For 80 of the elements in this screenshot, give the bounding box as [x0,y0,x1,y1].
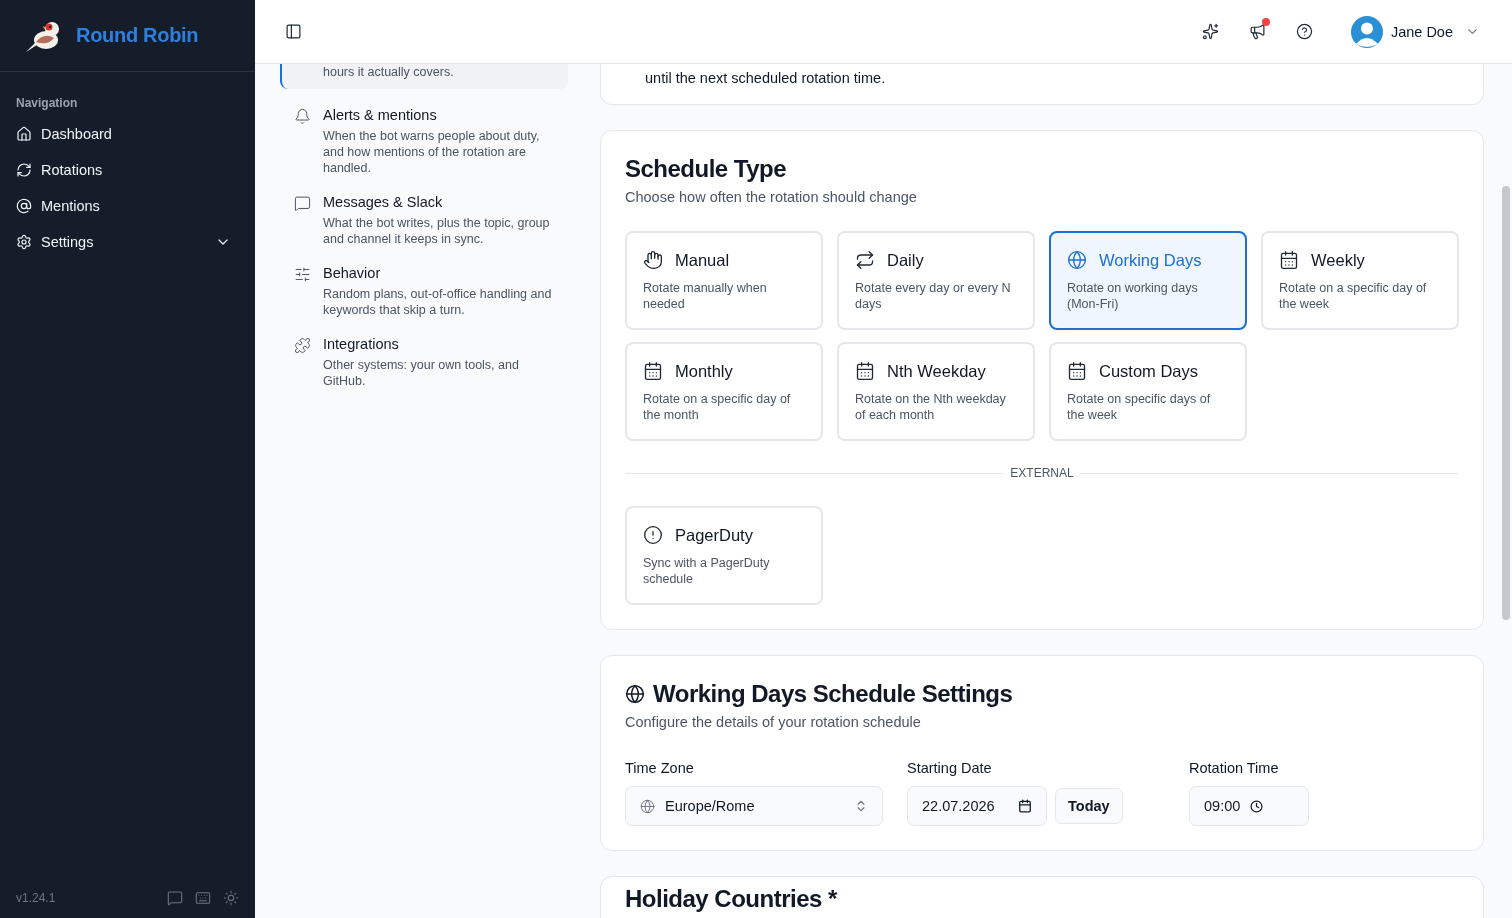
schedule-option[interactable]: Custom Days Rotate on specific days of the week [1049,342,1247,441]
globe-icon [625,684,645,704]
schedule-option[interactable]: Daily Rotate every day or every N days [837,231,1035,330]
nav-item[interactable]: Mentions [16,188,239,224]
globe-icon [640,798,655,814]
card-title: Schedule Type [625,155,787,183]
settings-nav-item[interactable]: hours it actually covers. [280,64,568,89]
time-field[interactable]: 09:00 [1189,786,1309,826]
sidebar-toggle-icon[interactable] [285,23,302,40]
nav-item-description: What the bot writes, plus the topic, group and channel it keeps in sync. [323,215,551,247]
bell-icon [294,108,311,125]
puzzle-icon [294,337,311,354]
card-title: Working Days Schedule Settings [653,680,1013,708]
hand-icon [643,250,663,270]
schedule-option[interactable]: Monthly Rotate on a specific day of the month [625,342,823,441]
schedule-option[interactable]: Working Days Rotate on working days (Mon-Fri) [1049,231,1247,330]
option-description: Rotate on a specific day of the month [643,391,792,423]
card-subtitle: Choose how often the rotation should change [625,189,918,205]
nav-item-description: When the bot warns people about duty, and how mentions of the rotation are handled. [323,128,541,176]
calendar-icon [1279,250,1299,270]
settings-icon [16,234,32,250]
option-description: Rotate on a specific day of the week [1279,280,1428,312]
avatar-icon[interactable] [1350,15,1383,48]
sparkles-icon[interactable] [1201,23,1219,40]
home-icon [16,126,32,142]
option-description: Rotate manually when needed [643,280,768,312]
scrollbar[interactable] [1502,186,1510,620]
option-description: Sync with a PagerDuty schedule [643,555,771,587]
nav-item-title: Alerts & mentions [323,107,438,123]
nav-item-description: Other systems: your own tools, and GitHub. [323,357,520,389]
calendar-icon[interactable] [1018,799,1032,813]
option-description: Rotate on the Nth weekday of each month [855,391,1007,423]
help-icon[interactable] [1295,23,1313,40]
user-name[interactable]: Jane Doe [1390,23,1453,40]
repeat-icon [855,250,875,270]
field-label: Starting Date [907,760,993,776]
option-description: Rotate on specific days of the week [1067,391,1212,423]
time-zone-select[interactable]: Europe/Rome [625,786,883,826]
schedule-option[interactable]: Manual Rotate manually when needed [625,231,823,330]
sliders-icon [294,266,311,283]
app-name: Round Robin [76,24,199,47]
megaphone-icon[interactable] [1248,23,1266,40]
chat-bubble-icon [294,195,311,212]
calendar-icon [643,361,663,381]
settings-nav-item[interactable]: Behavior Random plans, out-of-office handling and keywords that skip a turn. [280,265,568,318]
sun-icon[interactable] [223,890,239,906]
calendar-icon [1067,361,1087,381]
field-label: Time Zone [625,760,695,776]
nav-heading: Navigation [16,96,79,110]
schedule-option[interactable]: PagerDuty Sync with a PagerDuty schedule [625,506,823,605]
nav-item-title: Integrations [323,336,400,352]
schedule-option[interactable]: Nth Weekday Rotate on the Nth weekday of each month [837,342,1035,441]
schedule-option[interactable]: Weekly Rotate on a specific day of the week [1261,231,1459,330]
option-description: Rotate on working days (Mon-Fri) [1067,280,1199,312]
clock-icon[interactable] [1250,799,1264,813]
card-text: until the next scheduled rotation time. [645,70,886,86]
version-label: v1.24.1 [16,891,57,905]
alert-circle-icon [643,525,663,545]
settings-nav-item[interactable]: Messages & Slack What the bot writes, plus the topic, group and channel it keeps in sync. [280,194,568,247]
refresh-icon [16,162,32,178]
calendar-icon [855,361,875,381]
nav-item[interactable]: Dashboard [16,116,239,152]
keyboard-icon[interactable] [195,890,211,906]
nav-item-description: hours it actually covers. [323,64,454,80]
date-field[interactable]: 22.07.2026 [907,786,1047,826]
today-button[interactable]: Today [1055,788,1123,824]
card-title: Holiday Countries * [625,885,837,913]
settings-nav-item[interactable]: Alerts & mentions When the bot warns people about duty, and how mentions of the rotation are handled. [280,107,568,176]
nav-item-description: Random plans, out-of-office handling and keywords that skip a turn. [323,286,552,318]
nav-item-title: Behavior [323,265,382,281]
nav-item-title: Messages & Slack [323,194,444,210]
card-subtitle: Configure the details of your rotation schedule [625,714,922,730]
field-label: Rotation Time [1189,760,1280,776]
nav-item[interactable]: Settings [16,224,239,260]
globe-icon [1067,250,1087,270]
option-description: Rotate every day or every N days [855,280,1012,312]
at-sign-icon [16,198,32,214]
chat-bubble-icon[interactable] [167,890,183,906]
nav-item[interactable]: Rotations [16,152,239,188]
settings-nav-item[interactable]: Integrations Other systems: your own tools, and GitHub. [280,336,568,389]
